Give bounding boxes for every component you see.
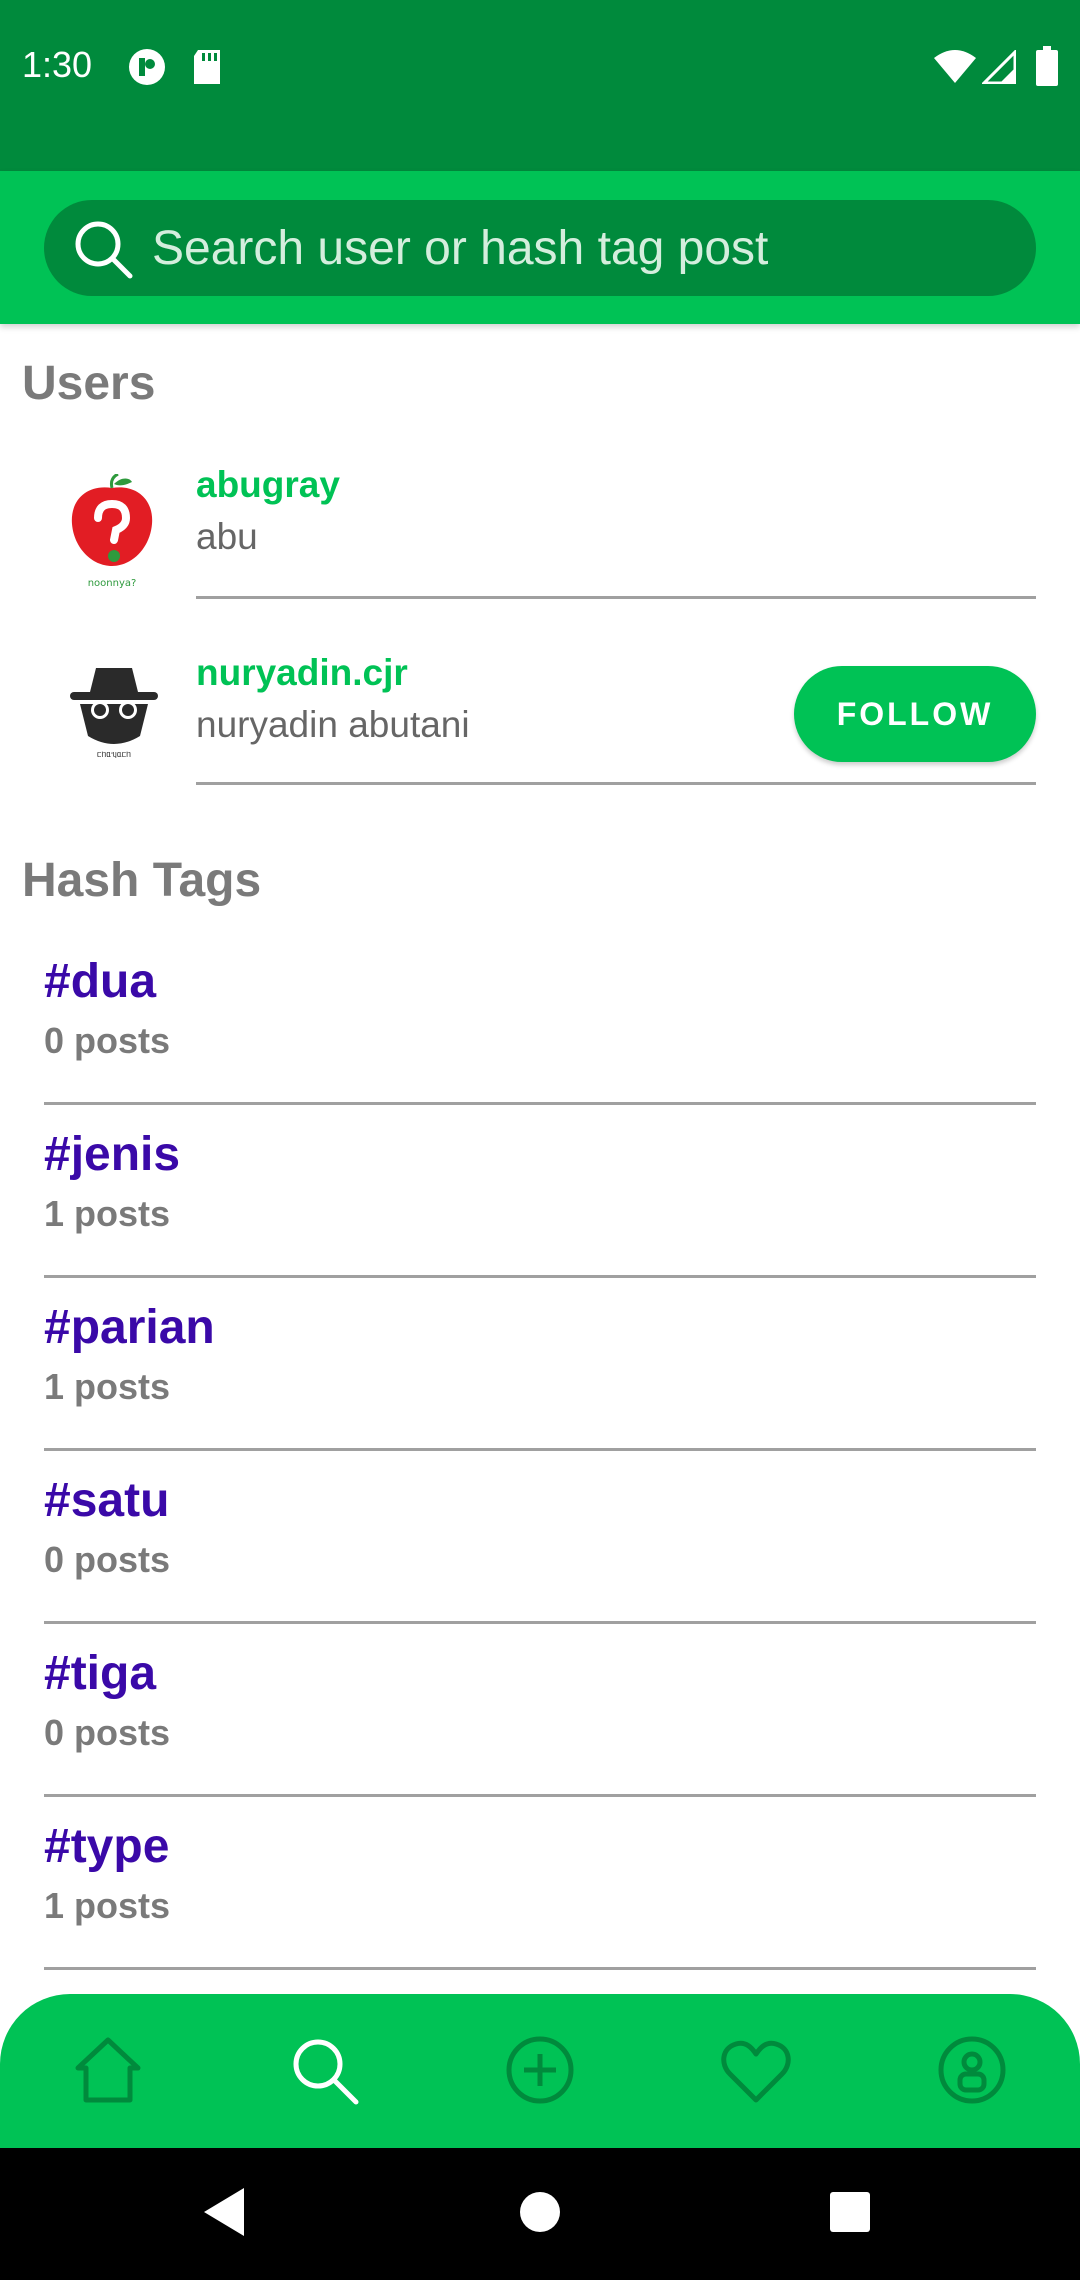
- search-input[interactable]: [152, 200, 1012, 296]
- nav-add-post[interactable]: [486, 2018, 594, 2126]
- hashtag-row[interactable]: #jenis 1 posts: [44, 1105, 1036, 1278]
- users-section-title: Users: [22, 357, 156, 410]
- search-box[interactable]: [44, 200, 1036, 296]
- user-avatar[interactable]: ᥴᥒᥲᥡᥲᥴᥒ: [66, 662, 162, 760]
- hashtag-row[interactable]: #type 1 posts: [44, 1797, 1036, 1970]
- signal-icon: [982, 50, 1016, 84]
- status-bar: 1:30: [0, 0, 1080, 171]
- home-button[interactable]: [506, 2180, 574, 2248]
- svg-text:ᥴᥒᥲᥡᥲᥴᥒ: ᥴᥒᥲᥡᥲᥴᥒ: [97, 750, 131, 758]
- nav-profile[interactable]: [918, 2018, 1026, 2126]
- add-icon: [502, 2032, 578, 2113]
- user-username[interactable]: abugray: [196, 464, 340, 506]
- hashtags-section-title: Hash Tags: [22, 854, 262, 907]
- battery-icon: [1036, 46, 1058, 86]
- user-row[interactable]: noonnya? abugray abu: [0, 412, 1080, 599]
- nav-activity[interactable]: [702, 2018, 810, 2126]
- hashtag-name[interactable]: #satu: [44, 1473, 169, 1528]
- back-button[interactable]: [190, 2180, 258, 2248]
- home-circle-icon: [518, 2190, 562, 2239]
- user-fullname: abu: [196, 516, 258, 557]
- recents-icon: [828, 2190, 872, 2239]
- hashtag-name[interactable]: #dua: [44, 954, 156, 1009]
- search-header: [0, 171, 1080, 324]
- hashtag-post-count: 1 posts: [44, 1885, 171, 1926]
- sd-card-icon: [192, 48, 222, 86]
- hashtag-post-count: 0 posts: [44, 1712, 171, 1753]
- row-divider: [196, 782, 1036, 785]
- overview-button[interactable]: [816, 2180, 884, 2248]
- user-avatar[interactable]: noonnya?: [62, 472, 162, 590]
- hashtag-post-count: 0 posts: [44, 1539, 171, 1580]
- svg-text:noonnya?: noonnya?: [88, 578, 137, 589]
- hashtag-name[interactable]: #parian: [44, 1300, 215, 1355]
- nav-home[interactable]: [54, 2018, 162, 2126]
- hashtag-row[interactable]: #parian 1 posts: [44, 1278, 1036, 1451]
- back-icon: [200, 2186, 248, 2243]
- wifi-icon: [934, 50, 976, 84]
- user-username[interactable]: nuryadin.cjr: [196, 652, 408, 694]
- bottom-navigation: [0, 1994, 1080, 2148]
- user-row[interactable]: ᥴᥒᥲᥡᥲᥴᥒ nuryadin.cjr nuryadin abutani FO…: [0, 598, 1080, 785]
- hashtag-post-count: 1 posts: [44, 1193, 171, 1234]
- user-fullname: nuryadin abutani: [196, 704, 470, 745]
- notification-icon: [128, 48, 166, 86]
- hashtag-name[interactable]: #jenis: [44, 1127, 180, 1182]
- status-time: 1:30: [22, 44, 93, 85]
- search-icon: [286, 2032, 362, 2113]
- hashtag-post-count: 0 posts: [44, 1020, 171, 1061]
- search-icon: [72, 218, 136, 287]
- system-navigation-bar: [0, 2148, 1080, 2280]
- profile-icon: [934, 2032, 1010, 2113]
- follow-button[interactable]: FOLLOW: [794, 666, 1036, 762]
- hashtag-post-count: 1 posts: [44, 1366, 171, 1407]
- hashtag-name[interactable]: #type: [44, 1819, 169, 1874]
- heart-icon: [718, 2032, 794, 2113]
- home-icon: [70, 2032, 146, 2113]
- hashtag-row[interactable]: #dua 0 posts: [44, 932, 1036, 1105]
- nav-search[interactable]: [270, 2018, 378, 2126]
- row-divider: [44, 1967, 1036, 1970]
- hashtag-name[interactable]: #tiga: [44, 1646, 156, 1701]
- hashtag-row[interactable]: #tiga 0 posts: [44, 1624, 1036, 1797]
- hashtag-row[interactable]: #satu 0 posts: [44, 1451, 1036, 1624]
